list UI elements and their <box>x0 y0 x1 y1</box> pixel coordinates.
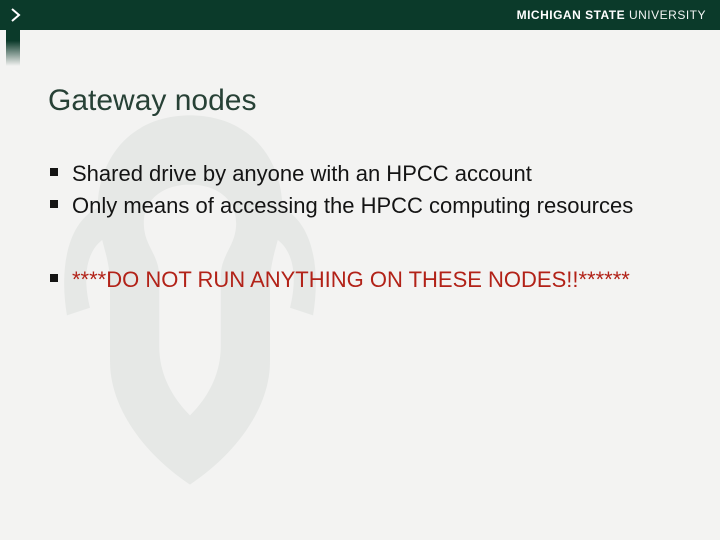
header-accent-strip <box>6 30 20 66</box>
list-item-warning: ****DO NOT RUN ANYTHING ON THESE NODES!!… <box>48 266 668 294</box>
university-light: UNIVERSITY <box>625 8 706 22</box>
slide: MICHIGAN STATE UNIVERSITY Gateway nodes … <box>0 0 720 540</box>
header-bar: MICHIGAN STATE UNIVERSITY <box>0 0 720 30</box>
slide-title: Gateway nodes <box>48 84 668 118</box>
list-item: Only means of accessing the HPCC computi… <box>48 192 668 220</box>
bullet-list-main: Shared drive by anyone with an HPCC acco… <box>48 160 668 220</box>
warning-block: ****DO NOT RUN ANYTHING ON THESE NODES!!… <box>48 266 668 294</box>
chevron-right-icon <box>0 0 28 30</box>
university-bold: MICHIGAN STATE <box>517 8 626 22</box>
bullet-list-warning: ****DO NOT RUN ANYTHING ON THESE NODES!!… <box>48 266 668 294</box>
university-name: MICHIGAN STATE UNIVERSITY <box>517 8 720 22</box>
slide-content: Gateway nodes Shared drive by anyone wit… <box>48 84 668 298</box>
spacer <box>48 224 668 266</box>
list-item: Shared drive by anyone with an HPCC acco… <box>48 160 668 188</box>
